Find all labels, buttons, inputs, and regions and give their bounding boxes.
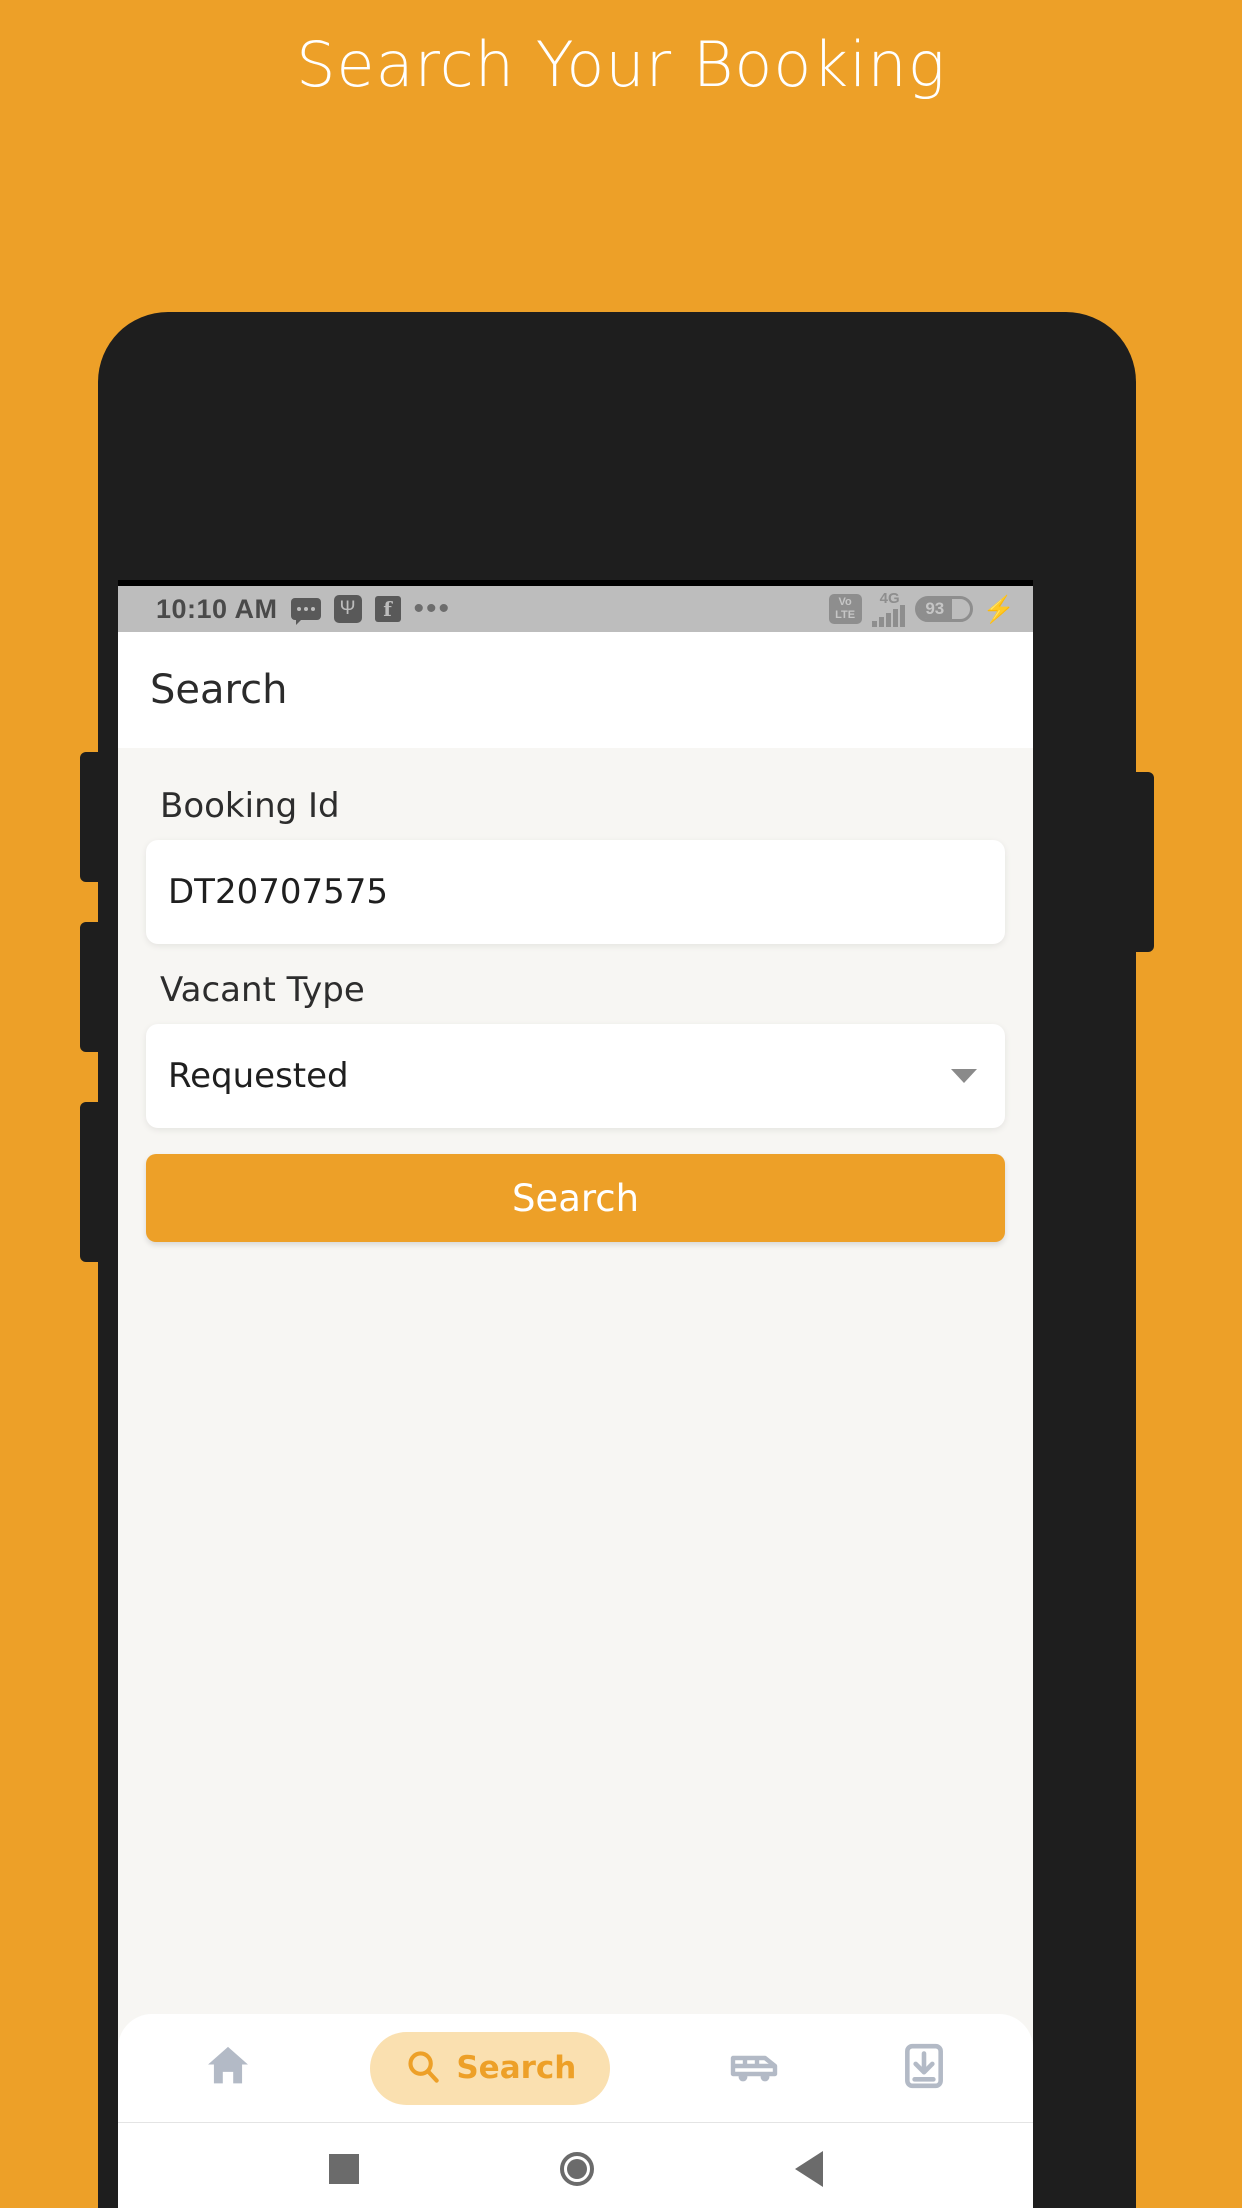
status-bar: 10:10 AM Ψ f ••• Vo LTE 4G 93 ⚡ <box>118 586 1033 632</box>
volume-down-button[interactable] <box>80 922 98 1052</box>
nav-search-label: Search <box>456 2050 577 2086</box>
chevron-down-icon[interactable] <box>951 1069 977 1083</box>
search-submit-label: Search <box>511 1176 640 1220</box>
recents-square-icon[interactable] <box>328 2153 359 2184</box>
phone-frame: 10:10 AM Ψ f ••• Vo LTE 4G 93 ⚡ Search B… <box>80 312 1154 2208</box>
signal-icon: 4G <box>871 591 905 627</box>
android-navigation-bar <box>118 2122 1033 2208</box>
nav-item-downloads[interactable] <box>899 2041 949 2096</box>
search-icon <box>404 2047 442 2090</box>
power-button[interactable] <box>1136 772 1154 952</box>
home-circle-icon[interactable] <box>559 2151 594 2186</box>
booking-id-value: DT20707575 <box>168 872 389 912</box>
nav-search-pill[interactable]: Search <box>370 2031 611 2105</box>
back-triangle-icon[interactable] <box>794 2150 823 2187</box>
home-icon <box>202 2040 254 2097</box>
booking-id-label: Booking Id <box>160 786 340 826</box>
nav-item-home[interactable] <box>202 2040 254 2097</box>
search-form: Booking Id DT20707575 Vacant Type Reques… <box>118 748 1033 1242</box>
status-bar-right: Vo LTE 4G 93 ⚡ <box>828 591 1015 627</box>
volte-icon: Vo LTE <box>828 594 862 624</box>
van-icon <box>727 2038 783 2099</box>
download-device-icon <box>899 2041 949 2096</box>
nav-item-search[interactable]: Search <box>370 2031 611 2105</box>
vacant-type-label: Vacant Type <box>160 970 365 1010</box>
phone-screen: 10:10 AM Ψ f ••• Vo LTE 4G 93 ⚡ Search B… <box>118 580 1033 2208</box>
nav-item-vehicle[interactable] <box>727 2038 783 2099</box>
volume-up-button[interactable] <box>80 752 98 882</box>
facebook-icon: f <box>374 596 401 622</box>
app-body: Booking Id DT20707575 Vacant Type Reques… <box>118 748 1033 2208</box>
app-bar-title: Search <box>150 667 288 713</box>
booking-id-input[interactable]: DT20707575 <box>146 840 1005 944</box>
bottom-navigation: Search <box>118 2014 1033 2122</box>
vacant-type-select[interactable]: Requested <box>146 1024 1005 1128</box>
status-time: 10:10 AM <box>156 593 278 624</box>
overflow-dots-icon: ••• <box>413 592 452 625</box>
status-bar-left: 10:10 AM Ψ f ••• <box>156 594 451 625</box>
battery-icon: 93 <box>914 596 973 622</box>
app-bar: Search <box>118 632 1033 748</box>
volume-extra-button[interactable] <box>80 1102 98 1262</box>
search-submit-button[interactable]: Search <box>146 1154 1005 1242</box>
charging-bolt-icon: ⚡ <box>982 594 1015 624</box>
page-title: Search Your Booking <box>296 28 946 101</box>
vacant-type-value: Requested <box>168 1056 349 1096</box>
message-icon <box>290 598 321 625</box>
usb-icon: Ψ <box>333 595 362 623</box>
